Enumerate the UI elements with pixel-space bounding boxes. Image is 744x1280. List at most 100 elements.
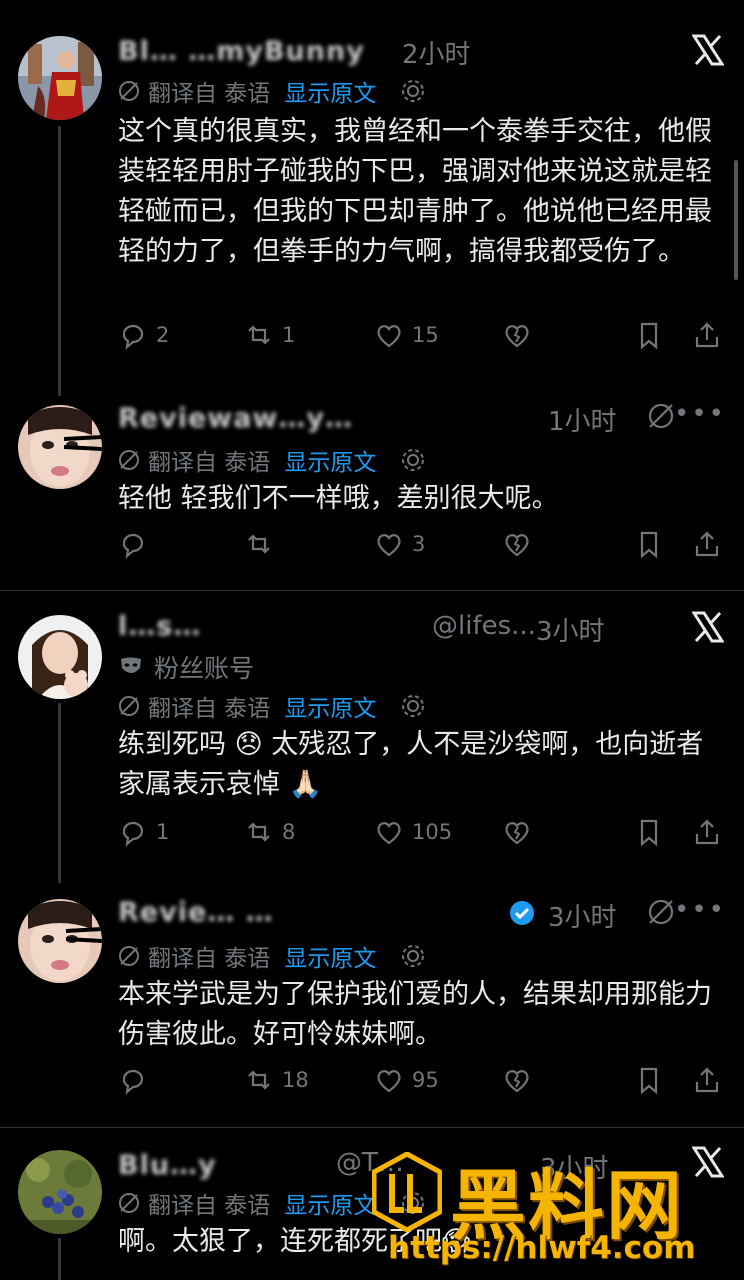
superlike-button[interactable]: [502, 1065, 532, 1095]
translation-bar: 翻译自 泰语 显示原文: [118, 939, 426, 973]
bookmark-icon: [640, 322, 658, 350]
post-1[interactable]: Bl… …myBunny 2小时 翻译自 泰语 显示原文 这个真的很真实，我曾经…: [0, 0, 744, 396]
broken-heart-icon: [505, 1070, 529, 1093]
show-original-link[interactable]: 显示原文: [284, 74, 376, 108]
display-name[interactable]: Revie… …: [118, 897, 274, 928]
reply-button[interactable]: 1: [118, 817, 169, 847]
verified-badge-icon: [508, 899, 536, 931]
reply-icon: [122, 1069, 144, 1095]
thread-line: [58, 1238, 61, 1280]
bookmark-icon: [640, 819, 658, 847]
show-original-link[interactable]: 显示原文: [284, 443, 376, 477]
reply-button[interactable]: 2: [118, 320, 169, 350]
user-handle[interactable]: @lifes...: [432, 611, 536, 641]
gear-icon[interactable]: [400, 447, 426, 473]
heart-icon: [377, 1070, 401, 1093]
broken-heart-icon: [505, 822, 529, 845]
post-4[interactable]: Revie… … 3小时 ••• 翻译自 泰语 显示原文 本来学武是为了保护我们…: [0, 881, 744, 1126]
avatar[interactable]: [18, 615, 102, 699]
x-logo-icon[interactable]: [691, 611, 725, 643]
like-button[interactable]: 3: [374, 529, 425, 559]
like-count: 105: [412, 820, 453, 844]
post-2[interactable]: Reviewaw…y… 1小时 ••• 翻译自 泰语 显示原文 轻他 轻我们不一…: [0, 395, 744, 590]
share-button[interactable]: [692, 1065, 722, 1095]
fan-account-label: 粉丝账号: [154, 654, 255, 683]
post-time[interactable]: 3小时: [536, 611, 605, 648]
reply-button[interactable]: [118, 529, 156, 559]
scrollbar[interactable]: [734, 160, 738, 280]
more-options-icon[interactable]: •••: [674, 399, 726, 429]
translation-bar: 翻译自 泰语 显示原文: [118, 74, 426, 108]
repost-button[interactable]: 18: [244, 1065, 309, 1095]
avatar[interactable]: [18, 405, 102, 489]
broken-heart-icon: [505, 325, 529, 348]
translate-slash-icon: [119, 81, 139, 101]
repost-count: 8: [282, 820, 296, 844]
heart-icon: [377, 822, 401, 845]
translated-from-label: 翻译自 泰语: [148, 450, 271, 476]
repost-button[interactable]: 8: [244, 817, 295, 847]
display-name[interactable]: Blu…y: [118, 1150, 217, 1181]
share-button[interactable]: [692, 529, 722, 559]
like-count: 3: [412, 532, 426, 556]
reply-icon: [122, 821, 144, 847]
show-original-link[interactable]: 显示原文: [284, 939, 376, 973]
avatar[interactable]: [18, 899, 102, 983]
action-bar: 1 8 105: [118, 817, 726, 857]
post-text: 轻他 轻我们不一样哦，差别很大呢。: [118, 483, 559, 514]
like-count: 15: [412, 323, 439, 347]
repost-button[interactable]: [244, 529, 282, 559]
share-icon: [695, 322, 719, 348]
post-3[interactable]: l…s… @lifes... 3小时 粉丝账号 翻译自 泰语 显示原文 练到死吗…: [0, 591, 744, 883]
superlike-button[interactable]: [502, 817, 532, 847]
bookmark-button[interactable]: [634, 320, 664, 350]
bookmark-button[interactable]: [634, 817, 664, 847]
gear-icon[interactable]: [400, 78, 426, 104]
avatar[interactable]: [18, 1150, 102, 1234]
like-button[interactable]: 15: [374, 320, 439, 350]
post-text: 本来学武是为了保护我们爱的人，结果却用那能力伤害彼此。好可怜妹妹啊。: [118, 979, 712, 1050]
heart-icon: [377, 325, 401, 348]
display-name[interactable]: l…s…: [118, 611, 201, 642]
share-icon: [695, 1067, 719, 1093]
x-logo-icon[interactable]: [691, 34, 725, 66]
more-options-icon[interactable]: •••: [674, 895, 726, 925]
show-original-link[interactable]: 显示原文: [284, 1186, 376, 1220]
like-button[interactable]: 105: [374, 817, 452, 847]
post-text: 练到死吗 😞 太残忍了，人不是沙袋啊，也向逝者家属表示哀悼 🙏🏻: [118, 729, 704, 800]
show-original-link[interactable]: 显示原文: [284, 689, 376, 723]
mute-icon[interactable]: [646, 401, 676, 438]
translate-slash-icon: [119, 696, 139, 716]
post-time[interactable]: 1小时: [548, 401, 617, 438]
post-time[interactable]: 2小时: [402, 34, 471, 71]
watermark: 黑料网 https://hlwf4.com: [371, 1138, 732, 1280]
reply-button[interactable]: [118, 1065, 156, 1095]
thread-line: [58, 126, 61, 396]
superlike-button[interactable]: [502, 529, 532, 559]
broken-heart-icon: [505, 534, 529, 557]
translate-slash-icon: [119, 1193, 139, 1213]
bookmark-button[interactable]: [634, 1065, 664, 1095]
translated-from-label: 翻译自 泰语: [148, 1193, 271, 1219]
like-count: 95: [412, 1068, 439, 1092]
translate-slash-icon: [119, 450, 139, 470]
display-name[interactable]: Bl… …myBunny: [118, 36, 365, 67]
share-button[interactable]: [692, 817, 722, 847]
display-name[interactable]: Reviewaw…y…: [118, 403, 353, 434]
gear-icon[interactable]: [400, 693, 426, 719]
like-button[interactable]: 95: [374, 1065, 439, 1095]
mute-icon[interactable]: [646, 897, 676, 934]
fan-account-badge: 粉丝账号: [118, 649, 254, 686]
post-text: 这个真的很真实，我曾经和一个泰拳手交往，他假装轻轻用肘子碰我的下巴，强调对他来说…: [118, 116, 712, 267]
superlike-button[interactable]: [502, 320, 532, 350]
avatar[interactable]: [18, 36, 102, 120]
translation-bar: 翻译自 泰语 显示原文: [118, 689, 426, 723]
translated-from-label: 翻译自 泰语: [148, 696, 271, 722]
bookmark-icon: [640, 1067, 658, 1095]
gear-icon[interactable]: [400, 943, 426, 969]
translation-bar: 翻译自 泰语 显示原文: [118, 443, 426, 477]
share-button[interactable]: [692, 320, 722, 350]
repost-button[interactable]: 1: [244, 320, 295, 350]
post-time[interactable]: 3小时: [548, 897, 617, 934]
bookmark-button[interactable]: [634, 529, 664, 559]
